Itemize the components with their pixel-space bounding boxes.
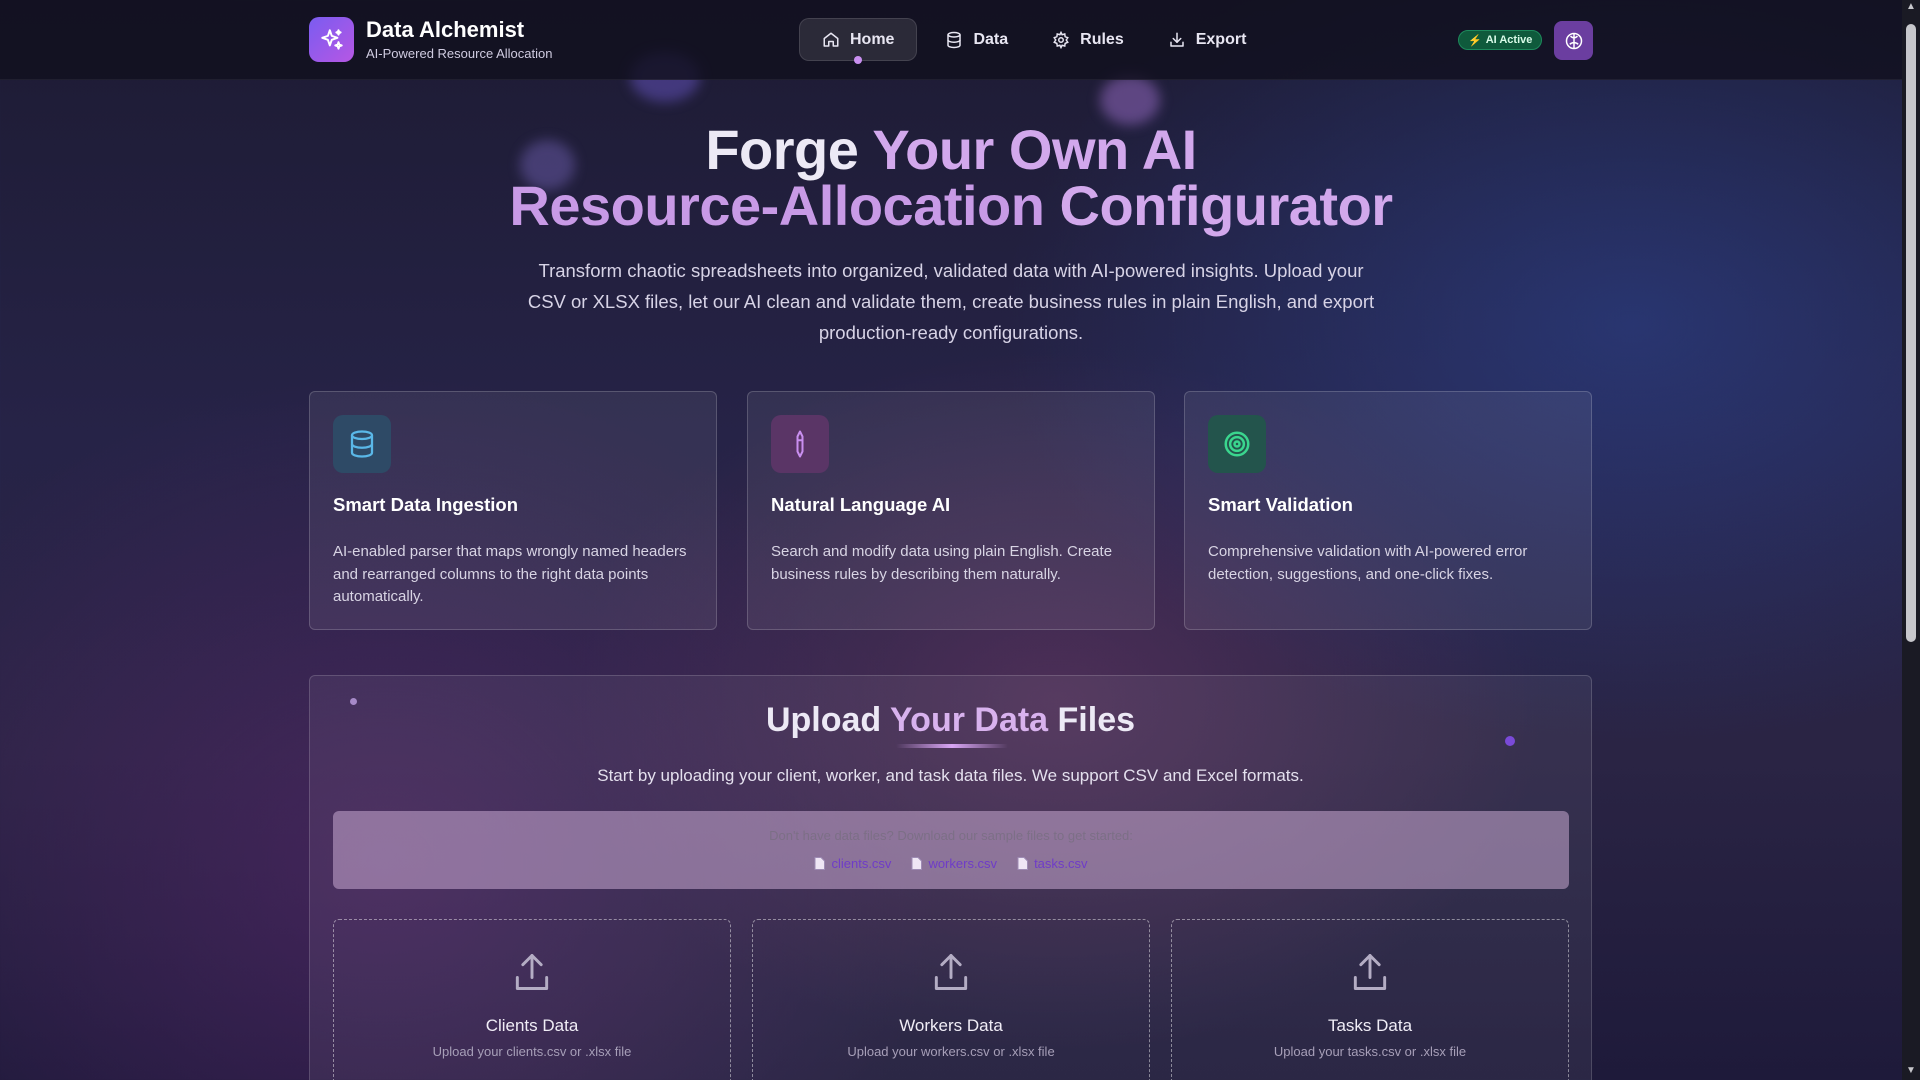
feature-description: Comprehensive validation with AI-powered… (1208, 543, 1528, 583)
dropzone-hint: Upload your tasks.csv or .xlsx file (1273, 1044, 1467, 1059)
nav-export-label: Export (1195, 30, 1247, 48)
page-scrollbar[interactable]: ▲ ▼ (1902, 0, 1920, 1080)
target-icon (1224, 431, 1250, 457)
sample-files-banner: Don't have data files? Download our samp… (333, 811, 1569, 889)
dropzone-clients[interactable]: Clients Data Upload your clients.csv or … (333, 919, 731, 1080)
gear-icon (1053, 30, 1070, 49)
upload-icon (1353, 954, 1387, 990)
dropzone-hint: Upload your workers.csv or .xlsx file (847, 1044, 1055, 1059)
sample-file-clients[interactable]: clients.csv (814, 856, 891, 871)
nav-data-label: Data (973, 30, 1009, 48)
home-icon (823, 32, 839, 47)
hero-title-highlight: Configurator (1059, 174, 1394, 237)
dropzone-title: Clients Data (485, 1016, 579, 1035)
sparkles-icon (320, 28, 343, 50)
nav-data[interactable]: Data (923, 18, 1030, 61)
ai-assistant-button[interactable] (1554, 21, 1593, 60)
file-icon (1017, 857, 1029, 870)
feature-icon-tile (771, 415, 829, 473)
pen-icon (796, 430, 804, 458)
sample-files-hint: Don't have data files? Download our samp… (769, 828, 1133, 843)
database-icon (350, 430, 374, 458)
hero-title: Forge Your Own AI Resource-Allocation Co… (0, 122, 1902, 234)
feature-icon-tile (333, 415, 391, 473)
upload-title-highlight: Your Data (890, 701, 1049, 739)
download-icon (1169, 32, 1184, 47)
sample-file-label: workers.csv (928, 856, 998, 871)
hero-description: Transform chaotic spreadsheets into orga… (527, 260, 1375, 343)
upload-title-part: Upload (765, 701, 891, 739)
feature-description: Search and modify data using plain Engli… (771, 543, 1113, 583)
upload-section: Upload Your Data Files Start by uploadin… (309, 675, 1592, 1080)
upload-title-part: Files (1048, 701, 1136, 739)
nav-rules-label: Rules (1080, 30, 1124, 48)
app-logo[interactable] (309, 17, 354, 62)
scrollbar-thumb[interactable] (1906, 24, 1916, 642)
sample-file-label: tasks.csv (1034, 856, 1088, 871)
title-underline (896, 744, 1008, 748)
dropzone-title: Tasks Data (1327, 1016, 1413, 1035)
sample-file-tasks[interactable]: tasks.csv (1017, 856, 1088, 871)
feature-title: Smart Validation (1208, 494, 1353, 515)
upload-icon (934, 954, 968, 990)
scroll-down-icon[interactable]: ▼ (1906, 1066, 1916, 1076)
file-icon (911, 857, 923, 870)
lightning-icon: ⚡ (1468, 34, 1482, 47)
feature-title: Smart Data Ingestion (333, 494, 519, 515)
ai-status-label: AI Active (1485, 34, 1533, 46)
ai-status-badge: ⚡ AI Active (1458, 30, 1543, 50)
nav-home-label: Home (850, 30, 895, 48)
dropzone-tasks[interactable]: Tasks Data Upload your tasks.csv or .xls… (1171, 919, 1569, 1080)
top-navbar: Data Alchemist AI-Powered Resource Alloc… (0, 0, 1902, 80)
app-subtitle: AI-Powered Resource Allocation (366, 46, 553, 61)
database-icon (947, 31, 962, 48)
feature-card-validation: Smart Validation Comprehensive validatio… (1184, 391, 1592, 630)
hero-title-part: Resource-Allocation (509, 174, 1060, 237)
app-title: Data Alchemist (366, 17, 525, 42)
upload-description: Start by uploading your client, worker, … (597, 766, 1304, 785)
main-nav: Home Data Rules Export (799, 18, 1269, 64)
feature-title: Natural Language AI (771, 494, 951, 515)
hero-title-part: Forge (705, 118, 873, 181)
dropzone-workers[interactable]: Workers Data Upload your workers.csv or … (752, 919, 1150, 1080)
nav-rules[interactable]: Rules (1030, 18, 1146, 61)
feature-card-ingestion: Smart Data Ingestion AI-enabled parser t… (309, 391, 717, 630)
nav-export[interactable]: Export (1146, 18, 1269, 61)
feature-card-nlp: Natural Language AI Search and modify da… (747, 391, 1155, 630)
sample-file-label: clients.csv (831, 856, 892, 871)
scroll-up-icon[interactable]: ▲ (1906, 2, 1916, 12)
nav-home[interactable]: Home (799, 18, 918, 64)
feature-icon-tile (1208, 415, 1266, 473)
sample-file-workers[interactable]: workers.csv (911, 856, 997, 871)
dropzone-hint: Upload your clients.csv or .xlsx file (432, 1044, 632, 1059)
brain-icon (1565, 32, 1582, 49)
file-icon (814, 857, 826, 870)
feature-description: AI-enabled parser that maps wrongly name… (333, 543, 687, 605)
dropzone-title: Workers Data (899, 1016, 1003, 1035)
upload-title: Upload Your Data Files (310, 701, 1591, 740)
sample-files-links: clients.csv workers.csv tasks.csv (333, 856, 1569, 871)
upload-icon (515, 954, 549, 990)
hero-title-highlight: Your Own AI (872, 118, 1197, 181)
